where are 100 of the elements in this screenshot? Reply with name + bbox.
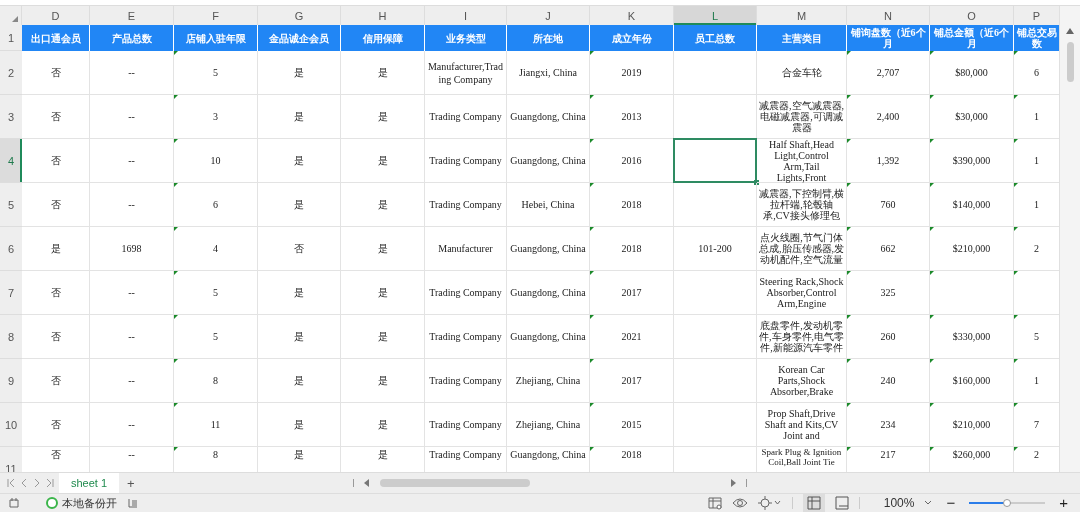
last-sheet-icon[interactable] bbox=[45, 478, 55, 488]
table-cell: 2 bbox=[1034, 449, 1039, 460]
column-header[interactable]: P bbox=[1014, 6, 1059, 25]
row-header[interactable]: 9 bbox=[0, 359, 22, 403]
table-cell: -- bbox=[128, 66, 135, 79]
table-cell: Jiangxi, China bbox=[519, 66, 577, 79]
table-cell: 2,707 bbox=[876, 66, 900, 79]
table-cell: 10 bbox=[210, 154, 221, 167]
column-header[interactable]: G bbox=[258, 6, 341, 25]
scroll-up-icon[interactable] bbox=[1066, 28, 1074, 34]
column-header[interactable]: O bbox=[930, 6, 1014, 25]
sheet-tab[interactable]: sheet 1 bbox=[59, 473, 120, 493]
table-cell: 否 bbox=[50, 330, 61, 343]
previous-sheet-icon[interactable] bbox=[19, 478, 29, 488]
table-cell: 是 bbox=[294, 66, 304, 79]
table-cell: 否 bbox=[50, 374, 61, 387]
column-header[interactable]: M bbox=[757, 6, 847, 25]
page-layout-icon[interactable] bbox=[834, 496, 849, 510]
table-cell: 是 bbox=[377, 449, 388, 460]
column-header[interactable]: E bbox=[90, 6, 174, 25]
column-header[interactable]: D bbox=[22, 6, 90, 25]
table-cell: 5 bbox=[1034, 330, 1039, 343]
empty-cell[interactable] bbox=[674, 51, 757, 95]
next-sheet-icon[interactable] bbox=[32, 478, 42, 488]
table-cell: 217 bbox=[880, 449, 896, 460]
table-cell: Steering Rack,Shock Absorber,Control Arm,Engine bbox=[758, 276, 845, 309]
column-header[interactable]: N bbox=[847, 6, 930, 25]
table-cell: 662 bbox=[880, 242, 896, 255]
table-cell: 是 bbox=[50, 242, 61, 255]
table-cell: 2018 bbox=[621, 242, 642, 255]
table-cell: Trading Company bbox=[429, 286, 502, 299]
table-cell: 234 bbox=[880, 418, 896, 431]
table-cell: 否 bbox=[50, 286, 61, 299]
table-cell: -- bbox=[128, 110, 135, 123]
table-cell: -- bbox=[128, 418, 135, 431]
empty-cell[interactable] bbox=[674, 183, 757, 227]
table-cell: Hebei, China bbox=[521, 198, 575, 211]
table-cell: 2021 bbox=[621, 330, 642, 343]
empty-cell[interactable] bbox=[674, 403, 757, 447]
row-header[interactable]: 8 bbox=[0, 315, 22, 359]
row-header[interactable]: 7 bbox=[0, 271, 22, 315]
table-cell: 1,392 bbox=[876, 154, 900, 167]
table-cell: 否 bbox=[294, 242, 304, 255]
column-header[interactable]: I bbox=[425, 6, 507, 25]
zoom-in-button[interactable]: + bbox=[1055, 495, 1072, 511]
sheet-icon[interactable] bbox=[8, 497, 20, 509]
table-cell: 否 bbox=[50, 154, 61, 167]
backup-status[interactable]: 本地备份开 bbox=[62, 495, 117, 511]
selected-cell[interactable] bbox=[673, 138, 757, 183]
empty-cell[interactable] bbox=[674, 315, 757, 359]
add-sheet-button[interactable]: + bbox=[123, 475, 139, 491]
empty-cell[interactable] bbox=[674, 359, 757, 403]
header-cell: 店铺入驻年限 bbox=[174, 25, 258, 51]
table-cell: 7 bbox=[1034, 418, 1039, 431]
row-header[interactable]: 2 bbox=[0, 51, 22, 95]
caret-icon[interactable] bbox=[924, 500, 933, 506]
table-cell: $80,000 bbox=[955, 66, 988, 79]
horizontal-scrollbar[interactable] bbox=[379, 479, 530, 487]
table-cell: 是 bbox=[294, 154, 304, 167]
table-cell: 是 bbox=[377, 198, 388, 211]
column-header[interactable]: K bbox=[590, 6, 674, 25]
row-header[interactable]: 10 bbox=[0, 403, 22, 447]
table-settings-icon[interactable] bbox=[707, 496, 722, 510]
empty-cell[interactable] bbox=[674, 271, 757, 315]
header-cell: 铺总金额（近6个月 bbox=[930, 25, 1014, 51]
scroll-right-icon[interactable] bbox=[729, 479, 736, 487]
row-header[interactable]: 6 bbox=[0, 227, 22, 271]
zoom-out-button[interactable]: − bbox=[942, 495, 960, 511]
select-all-corner[interactable] bbox=[0, 6, 22, 25]
column-header[interactable]: J bbox=[507, 6, 590, 25]
table-cell: 是 bbox=[377, 286, 388, 299]
row-header[interactable]: 4 bbox=[0, 139, 22, 183]
scroll-left-icon[interactable] bbox=[363, 479, 370, 487]
table-cell: Guangdong, China bbox=[510, 110, 586, 123]
table-cell: Guangdong, China bbox=[510, 330, 586, 343]
empty-cell[interactable] bbox=[930, 271, 1014, 315]
table-cell: Trading Company bbox=[429, 418, 502, 431]
column-header[interactable]: L bbox=[674, 6, 757, 25]
table-cell: 是 bbox=[377, 66, 388, 79]
table-cell: $260,000 bbox=[952, 449, 991, 460]
eye-icon[interactable] bbox=[731, 497, 748, 509]
zoom-level[interactable]: 100% bbox=[883, 496, 915, 510]
table-cell: 点火线圈,节气门体总成,胎压传感器,发动机配件,空气流量 bbox=[758, 232, 845, 265]
row-header[interactable]: 5 bbox=[0, 183, 22, 227]
move-icon[interactable] bbox=[757, 496, 782, 510]
row-header[interactable]: 11 bbox=[0, 447, 22, 472]
table-cell: 4 bbox=[213, 242, 218, 255]
table-cell: 2013 bbox=[621, 110, 642, 123]
zoom-slider-thumb[interactable] bbox=[1003, 499, 1012, 507]
table-cell: 是 bbox=[377, 242, 388, 255]
vertical-scrollbar[interactable] bbox=[1066, 42, 1074, 82]
row-header[interactable]: 1 bbox=[0, 25, 22, 51]
column-header[interactable]: F bbox=[174, 6, 258, 25]
normal-view-icon[interactable] bbox=[802, 494, 825, 512]
table-cell: 是 bbox=[377, 418, 388, 431]
list-icon[interactable] bbox=[127, 497, 139, 509]
row-header[interactable]: 3 bbox=[0, 95, 22, 139]
table-cell: 否 bbox=[50, 418, 61, 431]
first-sheet-icon[interactable] bbox=[6, 478, 16, 488]
column-header[interactable]: H bbox=[341, 6, 425, 25]
